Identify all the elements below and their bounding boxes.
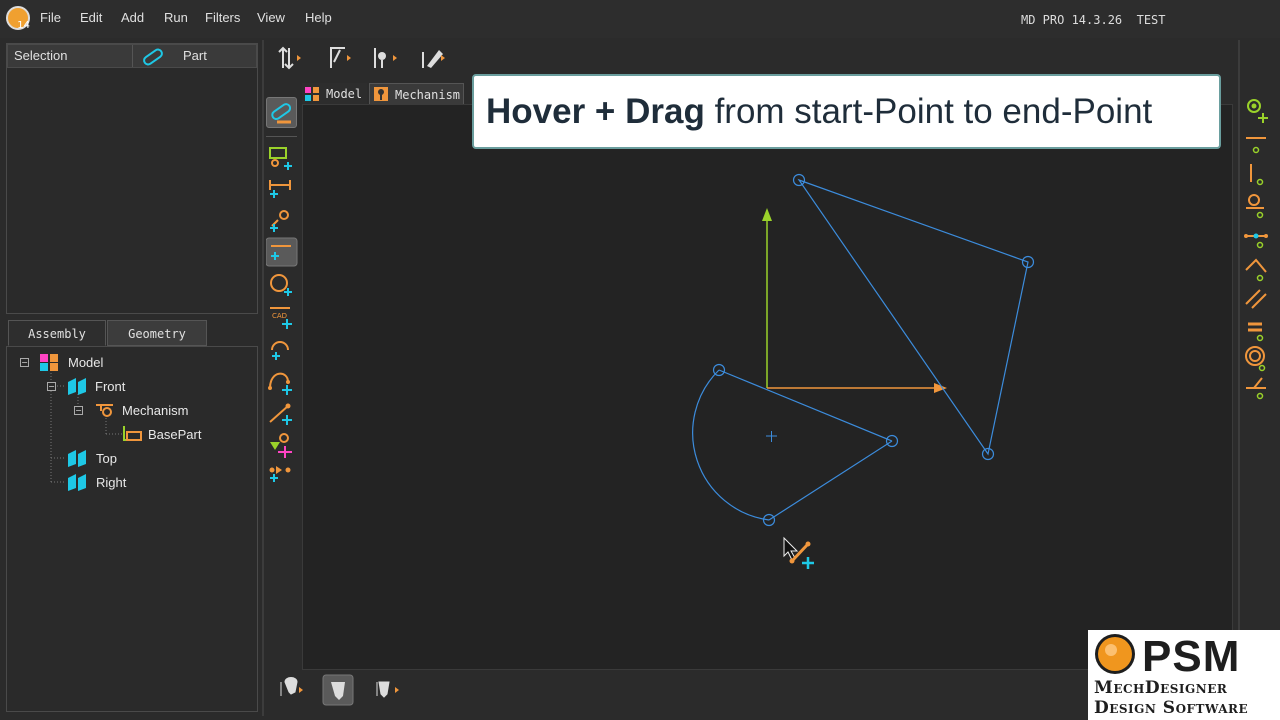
point-on-line-icon[interactable] [1246,194,1264,219]
version-label: MD PRO 14.3.26 TEST [1021,13,1166,27]
plane-icon [68,450,86,467]
app-logo-icon[interactable]: 14 [6,6,30,31]
tree-item-front[interactable]: Front [95,379,125,394]
collapse-front-toggle[interactable]: − [47,382,56,391]
selection-column-label: Selection [14,48,68,63]
collapse-model-toggle[interactable]: − [20,358,29,367]
selection-header: Selection Part [7,44,257,68]
add-part-icon[interactable] [269,147,292,170]
selection-panel [6,43,258,314]
menu-add[interactable]: Add [121,10,144,25]
psm-logo-icon [1095,634,1135,674]
callout-text: from start-Point to end-Point [704,92,1153,131]
menu-edit[interactable]: Edit [80,10,102,25]
add-profile-icon[interactable] [270,433,292,458]
mechanism-icon [96,404,113,417]
parallel-constraint-icon[interactable] [1245,289,1267,309]
link-pencil-icon [271,103,292,124]
coincident-constraint-icon[interactable] [1247,99,1268,123]
tracer-point-icon[interactable] [322,674,354,706]
menu-help[interactable]: Help [305,10,332,25]
kinematic-icon[interactable] [330,47,351,68]
menu-file[interactable]: File [40,10,61,25]
tree-item-mechanism[interactable]: Mechanism [122,403,188,418]
add-blend-curve-icon[interactable] [268,372,292,395]
add-motion-path-icon[interactable] [269,466,291,482]
midpoint-constraint-icon[interactable] [1244,233,1268,249]
angle-constraint-icon[interactable] [1245,258,1267,282]
concentric-constraint-icon[interactable] [1245,346,1266,372]
add-cad-line-icon[interactable]: CAD [270,307,292,329]
constraint-toolbar [1244,99,1268,400]
vertical-constraint-icon[interactable] [1250,164,1264,186]
add-circle-icon[interactable] [270,274,292,296]
add-arc-icon[interactable] [271,341,289,360]
model-icon [305,87,319,101]
plane-icon [68,474,86,491]
psm-logo: PSM MechDesigner Design Software [1088,630,1280,720]
tab-geometry[interactable]: Geometry [107,320,207,346]
menu-run[interactable]: Run [164,10,188,25]
tree-item-right[interactable]: Right [96,475,126,490]
top-toolbar [278,46,445,70]
sketch-mode-button[interactable] [266,97,297,128]
add-line-icon[interactable] [266,237,298,267]
add-point-icon[interactable] [270,210,289,232]
add-spline-icon[interactable] [269,403,292,426]
run-motion-icon[interactable] [278,46,301,70]
basepart-icon [123,426,142,441]
doc-tab-model[interactable]: Model [302,83,367,105]
tree-item-model[interactable]: Model [68,355,103,370]
mechanism-tab-icon [374,87,388,101]
tracer-run-icon[interactable] [376,681,399,698]
tangent-constraint-icon[interactable] [1246,377,1266,400]
menu-view[interactable]: View [257,10,285,25]
tree-item-top[interactable]: Top [96,451,117,466]
menu-filters[interactable]: Filters [205,10,240,25]
pen-icon[interactable] [422,50,445,68]
graphics-viewport[interactable] [302,104,1233,670]
equal-constraint-icon[interactable] [1248,322,1264,342]
tree-item-basepart[interactable]: BasePart [148,427,201,442]
instruction-callout: Hover + Drag from start-Point to end-Poi… [472,74,1221,149]
horizontal-constraint-icon[interactable] [1246,137,1266,154]
menu-bar: 14 File Edit Add Run Filters View Help M… [0,0,1280,38]
sketch-toolbar: CAD [266,147,298,482]
probe-bottom-icon[interactable] [280,677,303,697]
probe-icon[interactable] [374,48,397,68]
tab-assembly[interactable]: Assembly [8,320,106,346]
doc-tab-mechanism[interactable]: Mechanism [369,83,464,105]
svg-text:CAD: CAD [272,312,287,320]
plane-icon [68,378,86,395]
collapse-mechanism-toggle[interactable]: − [74,406,83,415]
link-icon [143,48,163,66]
bottom-toolbar [280,674,399,706]
add-dimension-icon[interactable] [269,180,291,198]
part-column-label: Part [183,48,207,63]
callout-bold-text: Hover + Drag [486,92,705,131]
model-icon [40,354,58,371]
